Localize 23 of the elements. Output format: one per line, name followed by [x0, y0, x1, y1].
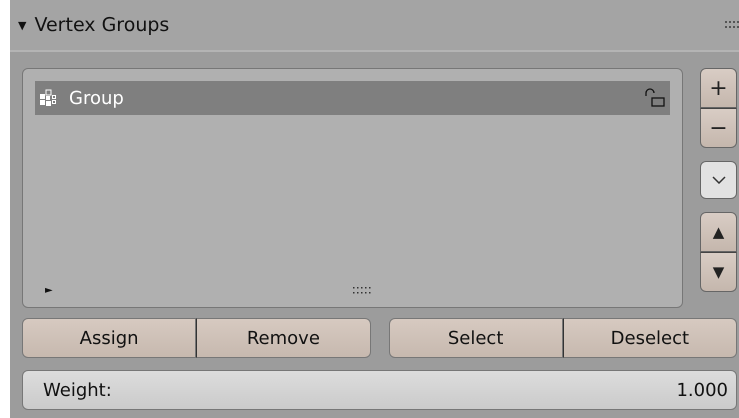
action-button[interactable]: Deselect	[562, 318, 737, 358]
panel-title: Vertex Groups	[34, 14, 170, 36]
drag-handle-icon[interactable]	[725, 21, 739, 29]
move-down-button[interactable]: ▼	[700, 252, 737, 292]
action-button[interactable]: Remove	[196, 318, 370, 358]
panel-header[interactable]: ▼ Vertex Groups	[10, 0, 739, 52]
weight-value: 1.000	[676, 380, 728, 400]
weight-label: Weight:	[43, 380, 112, 400]
specials-menu-button[interactable]	[700, 161, 737, 199]
group-item[interactable]: Group	[35, 81, 670, 115]
vertex-group-icon	[39, 89, 57, 107]
remove-button[interactable]: −	[700, 108, 737, 148]
weight-field[interactable]: Weight: 1.000	[22, 370, 737, 410]
group-name: Group	[69, 88, 124, 108]
add-button[interactable]: +	[700, 68, 737, 108]
expand-toggle[interactable]: ►	[45, 284, 53, 296]
padlock-icon[interactable]	[644, 88, 666, 108]
action-button[interactable]: Select	[388, 318, 563, 358]
resize-grip-icon[interactable]	[352, 287, 372, 294]
move-up-button[interactable]: ▲	[700, 212, 737, 252]
action-button[interactable]: Assign	[22, 318, 196, 358]
collapse-toggle[interactable]: ▼	[18, 18, 26, 32]
chevron-down-icon	[712, 176, 726, 184]
